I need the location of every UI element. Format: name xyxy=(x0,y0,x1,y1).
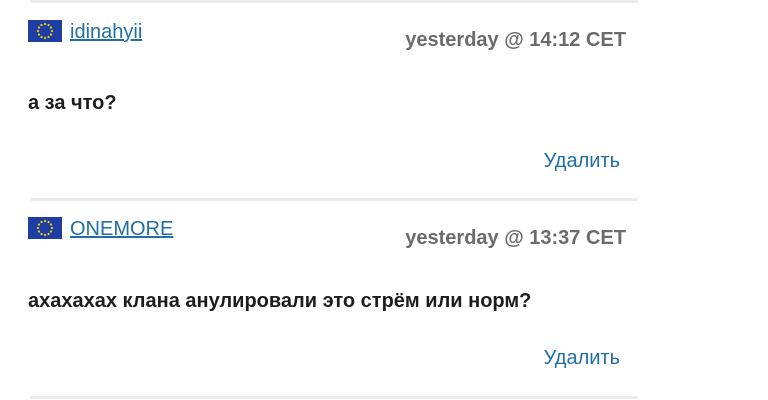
username-link[interactable]: idinahyii xyxy=(70,21,142,44)
comment-divider xyxy=(30,0,638,3)
comment-divider xyxy=(30,396,638,399)
delete-button[interactable]: Удалить xyxy=(420,347,620,370)
comment-timestamp: yesterday @ 13:37 CET xyxy=(405,227,626,249)
comment-text: ахахахах клана анулировали это стрём или… xyxy=(28,290,532,312)
delete-button[interactable]: Удалить xyxy=(420,150,620,173)
comment-timestamp: yesterday @ 14:12 CET xyxy=(405,29,626,51)
comment-text: а за что? xyxy=(28,92,117,114)
username-link[interactable]: ONEMORE xyxy=(70,218,173,241)
eu-flag-icon xyxy=(28,20,62,42)
eu-flag-icon xyxy=(28,217,62,239)
comment-thread: idinahyii yesterday @ 14:12 CET а за что… xyxy=(0,0,768,400)
comment-divider xyxy=(30,198,638,201)
